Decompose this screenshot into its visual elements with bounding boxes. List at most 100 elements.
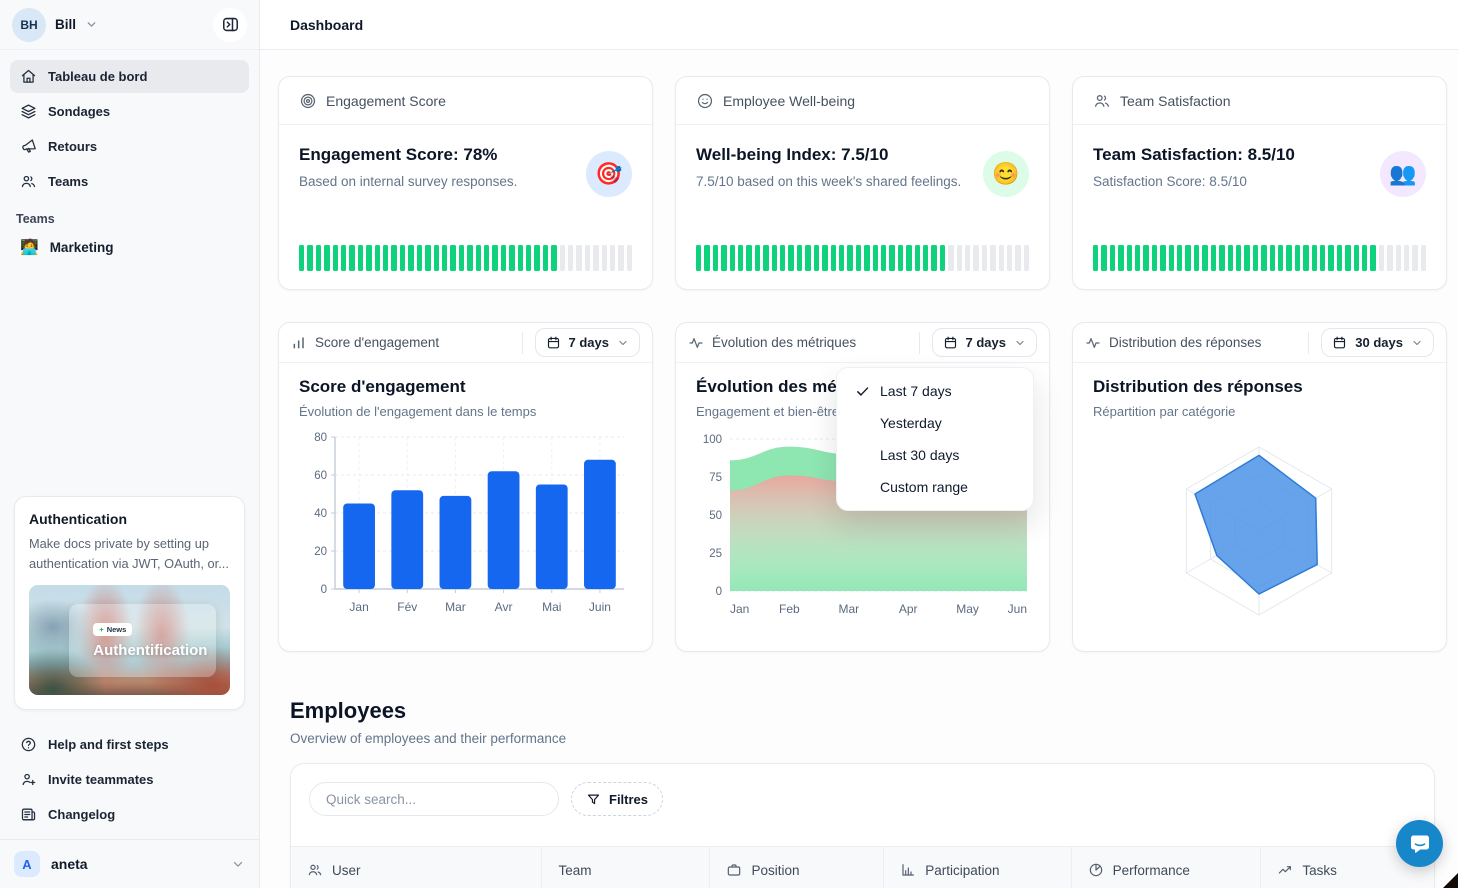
promo-image-title: Authentification (93, 642, 216, 659)
range-select-button[interactable]: 7 days (535, 328, 640, 357)
stat-card-header: Employee Well-being (676, 77, 1049, 125)
svg-text:0: 0 (321, 584, 327, 596)
sidebar-item-label: Changelog (48, 807, 115, 822)
column-header-position[interactable]: Position (710, 847, 884, 888)
chart-card-label: Distribution des réponses (1109, 335, 1261, 350)
search-input[interactable] (309, 782, 559, 816)
column-header-performance[interactable]: Performance (1072, 847, 1262, 888)
svg-text:Jan: Jan (730, 602, 749, 616)
teams-section-label: Teams (0, 198, 259, 230)
column-header-participation[interactable]: Participation (884, 847, 1071, 888)
news-badge: +News (93, 623, 132, 636)
intercom-chat-button[interactable] (1396, 820, 1443, 867)
range-dropdown-menu: Last 7 days Yesterday Last 30 days Custo… (836, 367, 1034, 511)
promo-title: Authentication (29, 511, 230, 527)
column-header-team[interactable]: Team (542, 847, 710, 888)
mouse-cursor (1443, 873, 1458, 888)
divider (522, 332, 523, 354)
chart-card-score-engagement: Score d'engagement 7 days (278, 322, 653, 652)
calendar-icon (546, 335, 561, 350)
stat-subtext: Based on internal survey responses. (299, 174, 632, 189)
technologist-emoji-icon: 🧑‍💻 (20, 238, 39, 256)
sidebar-nav: Tableau de bord Sondages Retours Teams (0, 50, 259, 198)
stat-card-body: Well-being Index: 7.5/10 7.5/10 based on… (676, 125, 1049, 245)
sidebar-item-changelog[interactable]: Changelog (10, 798, 249, 831)
svg-text:50: 50 (709, 510, 722, 522)
user-name[interactable]: Bill (55, 17, 76, 32)
sidebar-item-label: Sondages (48, 104, 110, 119)
smile-emoji-icon: 😊 (983, 151, 1029, 197)
pie-chart-icon (1088, 862, 1104, 878)
workspace-switcher[interactable]: A aneta (0, 839, 259, 888)
menu-item-yesterday[interactable]: Yesterday (844, 407, 1026, 439)
sidebar-item-retours[interactable]: Retours (10, 130, 249, 163)
progress-bar (279, 245, 652, 289)
sidebar-item-teams[interactable]: Teams (10, 165, 249, 198)
sidebar-item-sondages[interactable]: Sondages (10, 95, 249, 128)
chart-title: Distribution des réponses (1093, 377, 1426, 397)
svg-text:80: 80 (314, 432, 327, 444)
check-icon (853, 382, 871, 400)
chart-card-header: Évolution des métriques 7 days (676, 323, 1049, 363)
stat-headline: Well-being Index: 7.5/10 (696, 145, 1029, 165)
menu-item-last-30-days[interactable]: Last 30 days (844, 439, 1026, 471)
team-item-label: Marketing (50, 240, 114, 255)
stat-card-title: Team Satisfaction (1120, 93, 1231, 109)
collapse-sidebar-icon[interactable] (213, 8, 247, 42)
stat-headline: Engagement Score: 78% (299, 145, 632, 165)
svg-text:Mar: Mar (445, 600, 466, 614)
calendar-icon (943, 335, 958, 350)
newspaper-icon (20, 806, 37, 823)
menu-item-last-7-days[interactable]: Last 7 days (844, 375, 1026, 407)
svg-text:0: 0 (716, 586, 722, 598)
bar-chart: 020406080JanFévMarAvrMaiJuin (299, 427, 632, 619)
stat-card-satisfaction: Team Satisfaction Team Satisfaction: 8.5… (1072, 76, 1447, 290)
sidebar-item-marketing[interactable]: 🧑‍💻 Marketing (0, 230, 259, 264)
chart-subtitle: Évolution de l'engagement dans le temps (299, 404, 632, 419)
sidebar-item-help[interactable]: Help and first steps (10, 728, 249, 761)
stat-card-header: Engagement Score (279, 77, 652, 125)
svg-text:Jan: Jan (349, 600, 368, 614)
calendar-icon (1332, 335, 1347, 350)
table-header-row: User Team Position Participation (291, 846, 1434, 888)
bar-chart-icon (900, 862, 916, 878)
range-select-button[interactable]: 7 days (932, 328, 1037, 357)
chart-card-body: Distribution des réponses Répartition pa… (1073, 363, 1446, 645)
stat-card-body: Team Satisfaction: 8.5/10 Satisfaction S… (1073, 125, 1446, 245)
table-toolbar: Filtres (291, 764, 1434, 834)
column-header-user[interactable]: User (291, 847, 542, 888)
chart-card-header: Score d'engagement 7 days (279, 323, 652, 363)
funnel-icon (586, 792, 601, 807)
range-select-button[interactable]: 30 days (1321, 328, 1434, 357)
sidebar-item-label: Teams (48, 174, 88, 189)
chart-subtitle: Répartition par catégorie (1093, 404, 1426, 419)
svg-text:Juin: Juin (589, 600, 611, 614)
bar-chart-icon (291, 335, 307, 351)
promo-image[interactable]: +News Authentification (29, 585, 230, 695)
chart-card-label: Score d'engagement (315, 335, 439, 350)
activity-icon (688, 335, 704, 351)
sidebar-item-invite[interactable]: Invite teammates (10, 763, 249, 796)
briefcase-icon (726, 862, 742, 878)
avatar[interactable]: BH (12, 8, 46, 42)
topbar: Dashboard (260, 0, 1458, 50)
authentication-promo-card[interactable]: Authentication Make docs private by sett… (14, 496, 245, 710)
stat-card-engagement: Engagement Score Engagement Score: 78% B… (278, 76, 653, 290)
users-icon (20, 173, 37, 190)
divider (919, 332, 920, 354)
chart-card-body: Score d'engagement Évolution de l'engage… (279, 363, 652, 619)
users-icon (1093, 92, 1111, 110)
filters-button[interactable]: Filtres (571, 782, 663, 816)
sidebar-item-tableau-de-bord[interactable]: Tableau de bord (10, 60, 249, 93)
sidebar-item-label: Tableau de bord (48, 69, 147, 84)
menu-item-custom-range[interactable]: Custom range (844, 471, 1026, 503)
employees-table-card: Filtres User Team Position (290, 763, 1435, 888)
chevron-down-icon[interactable] (85, 18, 98, 31)
svg-text:20: 20 (314, 546, 327, 558)
stat-card-title: Engagement Score (326, 93, 446, 109)
employees-header: Employees Overview of employees and thei… (290, 698, 1447, 746)
svg-text:Apr: Apr (899, 602, 918, 616)
plus-icon: + (99, 625, 103, 634)
page-title: Dashboard (290, 17, 363, 33)
stat-card-title: Employee Well-being (723, 93, 855, 109)
